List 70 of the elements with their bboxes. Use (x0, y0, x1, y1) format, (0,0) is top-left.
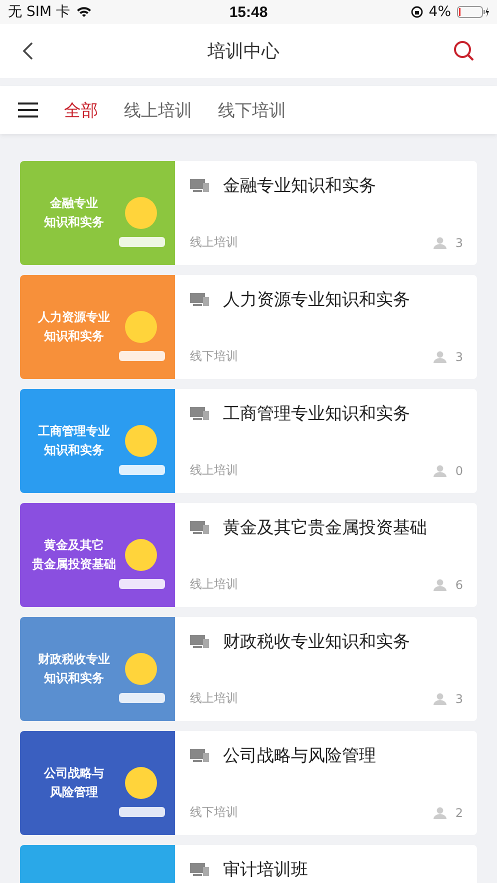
filter-tab[interactable]: 全部 (64, 98, 98, 122)
person-icon (433, 350, 448, 362)
course-title: 金融专业知识和实务 (223, 175, 376, 198)
cover-caption: 金融专业 (50, 194, 98, 212)
cover-caption: 黄金及其它 (44, 536, 104, 554)
course-type-text: 线下培训 (190, 804, 238, 821)
cover-caption: 工商管理专业 (38, 422, 110, 440)
course-card[interactable]: 金融专业 知识和实务 金融专业知识和实务 线上培训 3 (20, 161, 477, 265)
course-card[interactable]: 财政税收专业 知识和实务 财政税收专业知识和实务 线上培训 3 (20, 617, 477, 721)
course-type-icon (190, 749, 210, 763)
person-icon (433, 692, 448, 704)
course-type-text: 线下培训 (190, 348, 238, 365)
course-type-text: 线上培训 (190, 234, 238, 251)
course-type-icon (190, 293, 210, 307)
course-card[interactable]: 公司战略与 风险管理 公司战略与风险管理 线下培训 2 (20, 731, 477, 835)
course-card[interactable]: 审计培训班 (20, 845, 477, 883)
back-icon[interactable] (22, 41, 34, 61)
participant-count: 0 (455, 464, 463, 478)
battery-icon (457, 6, 489, 18)
cover-illustration-drawing (119, 767, 165, 817)
course-card[interactable]: 黄金及其它 贵金属投资基础 黄金及其它贵金属投资基础 线上培训 6 (20, 503, 477, 607)
wifi-icon (76, 6, 92, 18)
cover-caption: 知识和实务 (44, 442, 104, 459)
cover-illustration-drawing (119, 311, 165, 361)
participant-count: 2 (455, 806, 463, 820)
person-icon (433, 806, 448, 818)
course-title: 公司战略与风险管理 (223, 745, 376, 768)
course-type-icon (190, 407, 210, 421)
cover-illustration-drawing (119, 653, 165, 703)
cover-caption: 知识和实务 (44, 328, 104, 345)
search-icon[interactable] (453, 40, 475, 62)
filter-tab[interactable]: 线上培训 (124, 98, 192, 122)
course-type-icon (190, 521, 210, 535)
course-title: 审计培训班 (223, 859, 308, 882)
carrier-text: 无 SIM 卡 (8, 3, 70, 21)
filter-tab[interactable]: 线下培训 (218, 98, 286, 122)
cover-illustration-drawing (119, 539, 165, 589)
person-icon (433, 578, 448, 590)
person-icon (433, 236, 448, 248)
cover-caption: 知识和实务 (44, 214, 104, 231)
cover-caption: 公司战略与 (44, 764, 104, 782)
battery-text: 4% (428, 4, 451, 20)
course-type-text: 线上培训 (190, 462, 238, 479)
participant-count: 3 (455, 236, 463, 250)
cover-illustration-drawing (119, 425, 165, 475)
menu-icon[interactable] (18, 102, 38, 118)
cover-illustration-drawing (119, 197, 165, 247)
course-title: 财政税收专业知识和实务 (223, 631, 410, 654)
course-card[interactable]: 工商管理专业 知识和实务 工商管理专业知识和实务 线上培训 0 (20, 389, 477, 493)
person-icon (433, 464, 448, 476)
course-type-text: 线上培训 (190, 576, 238, 593)
cover-caption: 贵金属投资基础 (32, 556, 116, 573)
clock-text: 15:48 (229, 4, 268, 20)
participant-count: 6 (455, 578, 463, 592)
cover-caption: 风险管理 (50, 784, 98, 801)
course-title: 工商管理专业知识和实务 (223, 403, 410, 426)
course-type-icon (190, 179, 210, 193)
course-title: 人力资源专业知识和实务 (223, 289, 410, 312)
cover-caption: 财政税收专业 (38, 650, 110, 668)
page-title: 培训中心 (208, 40, 280, 63)
cover-caption: 人力资源专业 (38, 308, 110, 326)
participant-count: 3 (455, 692, 463, 706)
course-title: 黄金及其它贵金属投资基础 (223, 517, 427, 540)
rotation-lock-icon (410, 6, 423, 18)
cover-caption: 知识和实务 (44, 670, 104, 687)
participant-count: 3 (455, 350, 463, 364)
course-type-text: 线上培训 (190, 690, 238, 707)
course-card[interactable]: 人力资源专业 知识和实务 人力资源专业知识和实务 线下培训 3 (20, 275, 477, 379)
course-type-icon (190, 635, 210, 649)
course-type-icon (190, 863, 210, 877)
